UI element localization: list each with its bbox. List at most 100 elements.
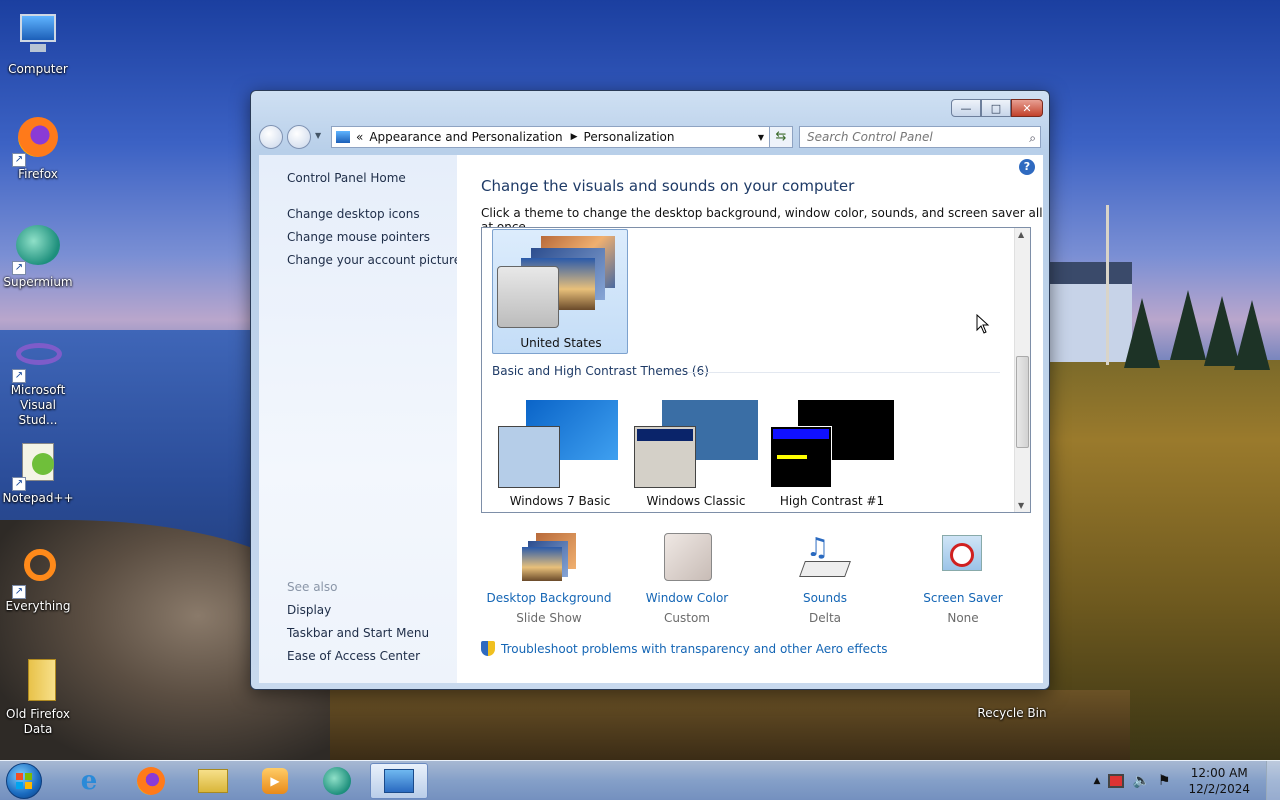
address-dropdown-icon[interactable]: ▼ — [758, 133, 764, 142]
search-icon[interactable]: ⌕ — [1029, 128, 1036, 148]
clock-date: 12/2/2024 — [1188, 782, 1250, 796]
notepadpp-icon: ↗ — [12, 439, 62, 491]
desktop-icon-firefox[interactable]: ↗ Firefox — [0, 115, 76, 182]
show-desktop-button[interactable] — [1266, 761, 1280, 800]
help-icon[interactable]: ? — [1019, 159, 1035, 175]
minimize-button[interactable]: — — [951, 99, 981, 117]
link-change-desktop-icons[interactable]: Change desktop icons — [287, 207, 420, 221]
breadcrumb-personalization[interactable]: Personalization — [584, 130, 675, 144]
taskbar-firefox[interactable] — [122, 763, 180, 799]
breadcrumb-separator-icon[interactable]: ▶ — [571, 132, 578, 142]
theme-group-label: Basic and High Contrast Themes (6) — [492, 364, 709, 378]
tool-label[interactable]: Desktop Background — [479, 591, 619, 605]
show-hidden-icons-icon[interactable]: ▲ — [1094, 776, 1101, 786]
tool-label[interactable]: Sounds — [755, 591, 895, 605]
desktop-icon-label: Everything — [5, 599, 71, 613]
theme-thumb-classic-window — [634, 426, 696, 488]
media-player-icon: ▶ — [262, 768, 288, 794]
taskbar-supermium[interactable] — [308, 763, 366, 799]
tool-sounds[interactable]: ♫ Sounds Delta — [755, 533, 895, 625]
start-button[interactable] — [6, 763, 42, 799]
theme-list[interactable]: United States Basic and High Contrast Th… — [481, 227, 1031, 513]
search-input[interactable]: Search Control Panel ⌕ — [799, 126, 1041, 148]
theme-thumb-basic-window — [498, 426, 560, 488]
maximize-icon: □ — [990, 101, 1002, 115]
desktop-icon-computer[interactable]: Computer — [0, 10, 76, 77]
close-button[interactable]: ✕ — [1011, 99, 1043, 117]
troubleshoot-link-text[interactable]: Troubleshoot problems with transparency … — [501, 642, 888, 656]
link-taskbar-start-menu[interactable]: Taskbar and Start Menu — [287, 626, 429, 640]
mouse-cursor-icon — [976, 314, 990, 334]
refresh-button[interactable]: ⇆ — [769, 126, 793, 148]
desktop-icon-recycle-bin[interactable]: Recycle Bin — [974, 706, 1050, 721]
address-bar[interactable]: « Appearance and Personalization ▶ Perso… — [331, 126, 771, 148]
taskbar-control-panel[interactable] — [370, 763, 428, 799]
scroll-up-icon[interactable]: ▲ — [1018, 230, 1024, 239]
taskbar-internet-explorer[interactable]: e — [60, 763, 118, 799]
windows-logo-icon — [16, 773, 32, 789]
breadcrumb-appearance[interactable]: Appearance and Personalization — [369, 130, 562, 144]
taskbar-media-player[interactable]: ▶ — [246, 763, 304, 799]
action-center-flag-icon[interactable]: ⚑ — [1158, 773, 1171, 789]
theme-united-states[interactable]: United States — [492, 229, 628, 354]
recent-pages-dropdown[interactable]: ▼ — [315, 131, 321, 140]
computer-icon — [14, 10, 62, 58]
desktop-icon-visual-studio[interactable]: ↗ Microsoft Visual Stud... — [0, 331, 76, 428]
theme-list-scrollbar[interactable]: ▲ ▼ — [1014, 228, 1030, 512]
sounds-icon: ♫ — [798, 533, 852, 583]
wallpaper-foreground — [330, 690, 1130, 760]
desktop-icon-notepadpp[interactable]: ↗ Notepad++ — [0, 439, 76, 506]
tool-value: Delta — [808, 611, 841, 625]
firefox-icon: ↗ — [12, 115, 62, 167]
desktop-icon-label: Old Firefox Data — [6, 707, 70, 736]
forward-button[interactable] — [287, 125, 311, 149]
theme-label: Windows 7 Basic — [509, 494, 611, 508]
theme-label: Windows Classic — [646, 494, 746, 508]
maximize-button[interactable]: □ — [981, 99, 1011, 117]
scroll-down-icon[interactable]: ▼ — [1018, 501, 1024, 510]
taskbar-file-explorer[interactable] — [184, 763, 242, 799]
desktop-icon-supermium[interactable]: ↗ Supermium — [0, 223, 76, 290]
link-display[interactable]: Display — [287, 603, 331, 617]
theme-group-divider — [688, 372, 1000, 373]
tool-screen-saver[interactable]: Screen Saver None — [893, 533, 1033, 625]
theme-windows-7-basic[interactable]: Windows 7 Basic — [494, 398, 626, 510]
theme-label: United States — [520, 336, 602, 350]
link-ease-of-access-center[interactable]: Ease of Access Center — [287, 649, 420, 663]
tool-label[interactable]: Screen Saver — [893, 591, 1033, 605]
minimize-icon: — — [960, 101, 972, 115]
navigation-bar: ▼ « Appearance and Personalization ▶ Per… — [259, 125, 1041, 149]
volume-icon[interactable]: 🔈 — [1132, 773, 1149, 789]
supermium-icon: ↗ — [12, 223, 62, 275]
link-change-mouse-pointers[interactable]: Change mouse pointers — [287, 230, 430, 244]
tool-label[interactable]: Window Color — [617, 591, 757, 605]
troubleshoot-link[interactable]: Troubleshoot problems with transparency … — [481, 641, 888, 656]
desktop-icon-old-firefox-data[interactable]: Old Firefox Data — [0, 655, 76, 737]
shortcut-arrow-icon: ↗ — [12, 261, 26, 275]
theme-windows-classic[interactable]: Windows Classic — [630, 398, 762, 510]
desktop-icon-label: Computer — [8, 62, 68, 76]
back-button[interactable] — [259, 125, 283, 149]
desktop-background-icon — [522, 533, 576, 583]
tool-window-color[interactable]: Window Color Custom — [617, 533, 757, 625]
shortcut-arrow-icon: ↗ — [12, 369, 26, 383]
clock[interactable]: 12:00 AM 12/2/2024 — [1188, 765, 1250, 797]
shortcut-arrow-icon: ↗ — [12, 477, 26, 491]
breadcrumb-prefix[interactable]: « — [356, 130, 363, 144]
main-content: ? Change the visuals and sounds on your … — [457, 155, 1043, 683]
shield-icon — [481, 641, 495, 656]
system-tray: ▲ 🔈 ⚑ 12:00 AM 12/2/2024 — [1094, 765, 1272, 797]
network-icon[interactable] — [1108, 774, 1125, 788]
scrollbar-thumb[interactable] — [1016, 356, 1029, 448]
theme-high-contrast-1[interactable]: High Contrast #1 — [766, 398, 898, 510]
tool-desktop-background[interactable]: Desktop Background Slide Show — [479, 533, 619, 625]
theme-window-preview — [497, 266, 559, 328]
refresh-icon: ⇆ — [775, 129, 787, 144]
wallpaper-flagpole — [1106, 205, 1109, 365]
wallpaper-house-roof — [1050, 262, 1132, 284]
link-control-panel-home[interactable]: Control Panel Home — [287, 171, 406, 185]
link-change-account-picture[interactable]: Change your account picture — [287, 253, 461, 267]
theme-label: High Contrast #1 — [779, 494, 885, 508]
folder-icon — [14, 655, 62, 703]
desktop-icon-everything[interactable]: ↗ Everything — [0, 547, 76, 614]
